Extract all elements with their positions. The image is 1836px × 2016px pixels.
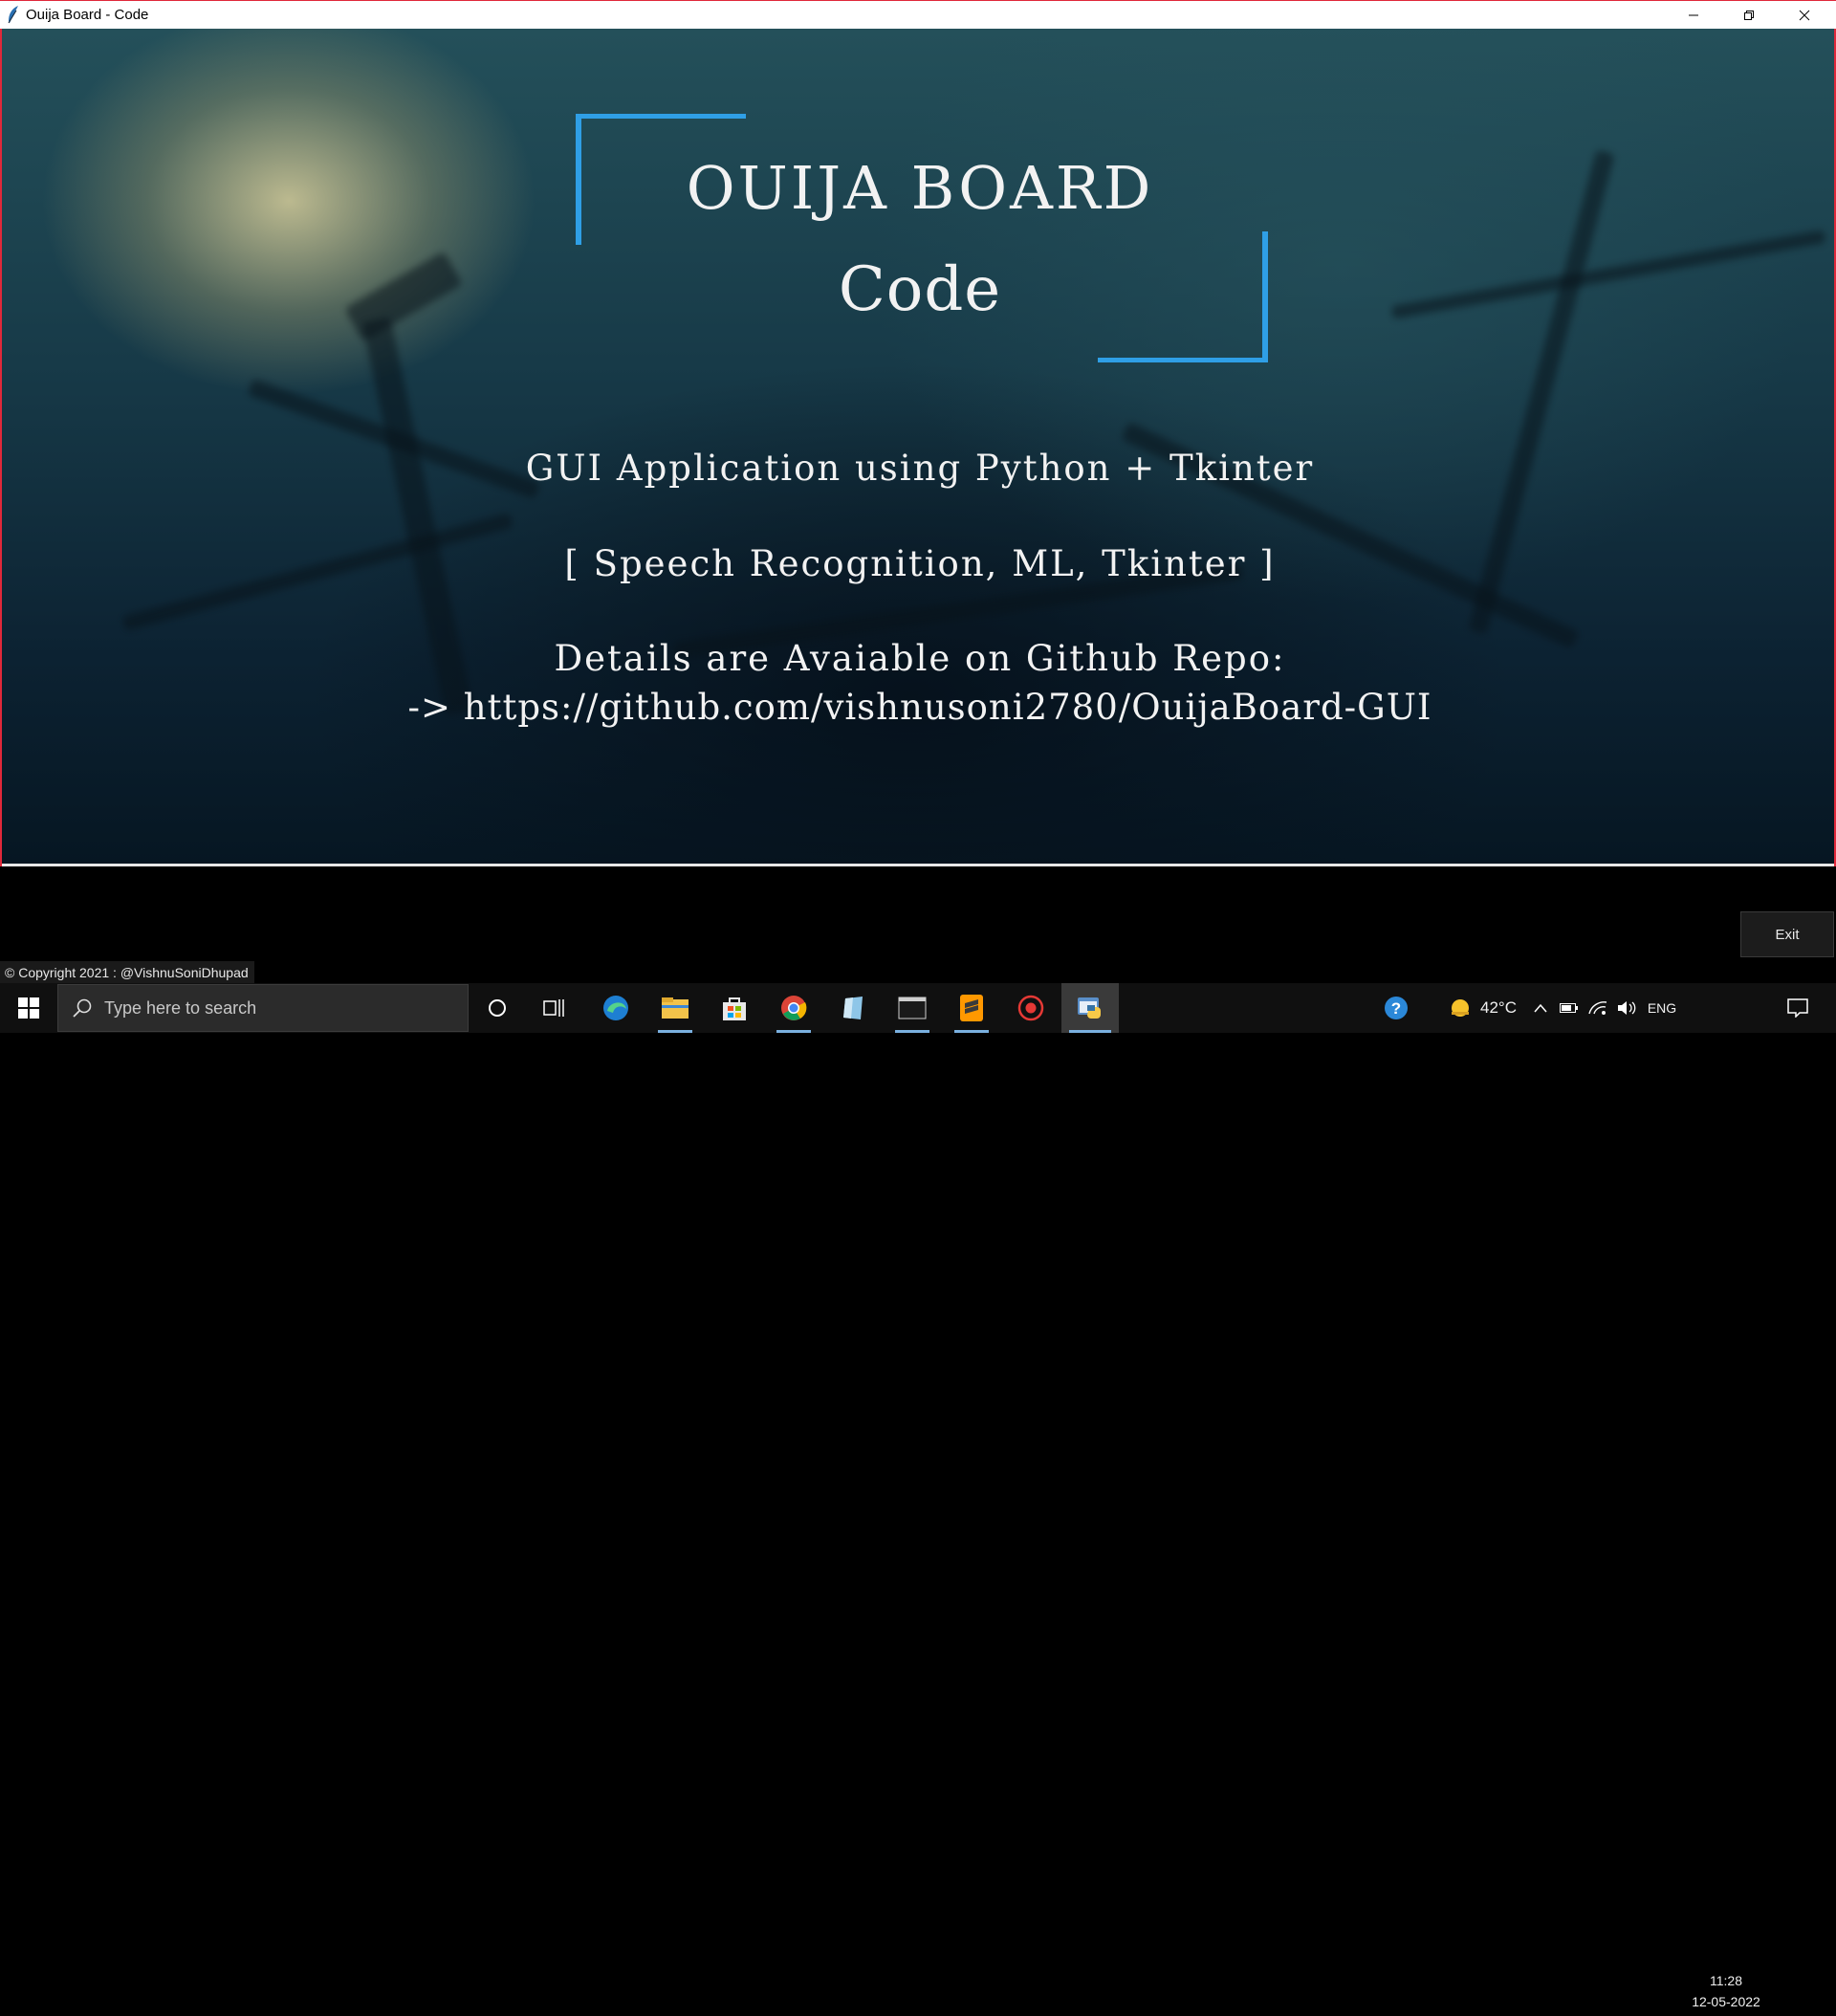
clock-date: 12-05-2022 <box>1692 1994 1760 2009</box>
language-label: ENG <box>1647 1000 1677 1016</box>
exit-button[interactable]: Exit <box>1740 911 1834 957</box>
chevron-up-icon <box>1534 1003 1547 1013</box>
battery-icon <box>1560 1003 1578 1013</box>
clock-time: 11:28 <box>1710 1973 1742 1988</box>
app-heading: OUIJA BOARD <box>686 153 1154 223</box>
search-icon <box>73 998 92 1018</box>
windows-icon <box>18 997 39 1019</box>
taskbar-clock[interactable]: 11:28 12-05-2022 <box>1683 1966 1769 2016</box>
language-indicator[interactable]: ENG <box>1643 983 1681 1033</box>
weather-widget[interactable]: 42°C <box>1434 983 1530 1033</box>
search-placeholder: Type here to search <box>104 997 257 1018</box>
weather-sun-icon <box>1452 999 1469 1017</box>
taskbar: Type here to search ? 42°C ENG 11:28 12-… <box>0 983 1836 2009</box>
minimize-button[interactable] <box>1666 1 1721 30</box>
store-app[interactable] <box>710 983 759 1033</box>
close-icon <box>1799 10 1810 21</box>
copyright-label: © Copyright 2021 : @VishnuSoniDhupad <box>0 961 254 984</box>
edge-app[interactable] <box>591 983 641 1033</box>
store-icon <box>723 997 746 1020</box>
terminal-icon <box>898 997 927 1019</box>
help-button[interactable]: ? <box>1377 983 1415 1033</box>
sublime-icon <box>960 995 983 1021</box>
weather-temp: 42°C <box>1480 998 1517 1017</box>
volume-indicator[interactable] <box>1614 983 1639 1033</box>
chrome-app[interactable] <box>769 983 819 1033</box>
network-indicator[interactable] <box>1585 983 1610 1033</box>
task-view-icon <box>543 999 564 1017</box>
details-label: Details are Avaiable on Github Repo: <box>554 638 1286 679</box>
notifications-button[interactable] <box>1777 983 1819 1033</box>
terminal-app[interactable] <box>887 983 937 1033</box>
restore-button[interactable] <box>1721 1 1777 30</box>
notes-icon <box>843 997 863 1019</box>
cortana-button[interactable] <box>476 983 518 1033</box>
repo-link: -> https://github.com/vishnusoni2780/Oui… <box>407 687 1432 728</box>
tray-overflow-button[interactable] <box>1530 983 1551 1033</box>
help-icon: ? <box>1385 997 1408 1019</box>
app-subheading: Code <box>838 254 1002 325</box>
task-view-button[interactable] <box>533 983 575 1033</box>
file-explorer-icon <box>662 997 688 1019</box>
notification-icon <box>1787 998 1808 1018</box>
app-tags: [ Speech Recognition, ML, Tkinter ] <box>564 543 1276 584</box>
feather-icon <box>8 6 18 24</box>
chrome-icon <box>781 996 807 1020</box>
battery-indicator[interactable] <box>1557 983 1582 1033</box>
cortana-icon <box>489 999 506 1017</box>
edge-icon <box>603 996 628 1020</box>
window-titlebar: Ouija Board - Code <box>0 0 1836 29</box>
file-explorer-app[interactable] <box>650 983 700 1033</box>
volume-icon <box>1618 1001 1636 1015</box>
start-button[interactable] <box>0 983 57 1033</box>
restore-icon <box>1744 11 1754 20</box>
python-app-active[interactable] <box>1061 983 1119 1033</box>
python-icon <box>1078 997 1101 1019</box>
notes-app[interactable] <box>828 983 878 1033</box>
close-button[interactable] <box>1777 1 1832 30</box>
recorder-app[interactable] <box>1006 983 1056 1033</box>
minimize-icon <box>1689 14 1698 16</box>
wifi-icon <box>1588 1001 1607 1015</box>
window-title: Ouija Board - Code <box>26 7 149 23</box>
bottom-panel <box>0 866 1836 983</box>
svg-text:?: ? <box>1391 999 1401 1018</box>
sublime-app[interactable] <box>947 983 996 1033</box>
recorder-icon <box>1017 995 1044 1021</box>
taskbar-search[interactable]: Type here to search <box>57 984 469 1032</box>
app-description: GUI Application using Python + Tkinter <box>525 448 1315 489</box>
splash-canvas: OUIJA BOARD Code GUI Application using P… <box>0 29 1836 866</box>
